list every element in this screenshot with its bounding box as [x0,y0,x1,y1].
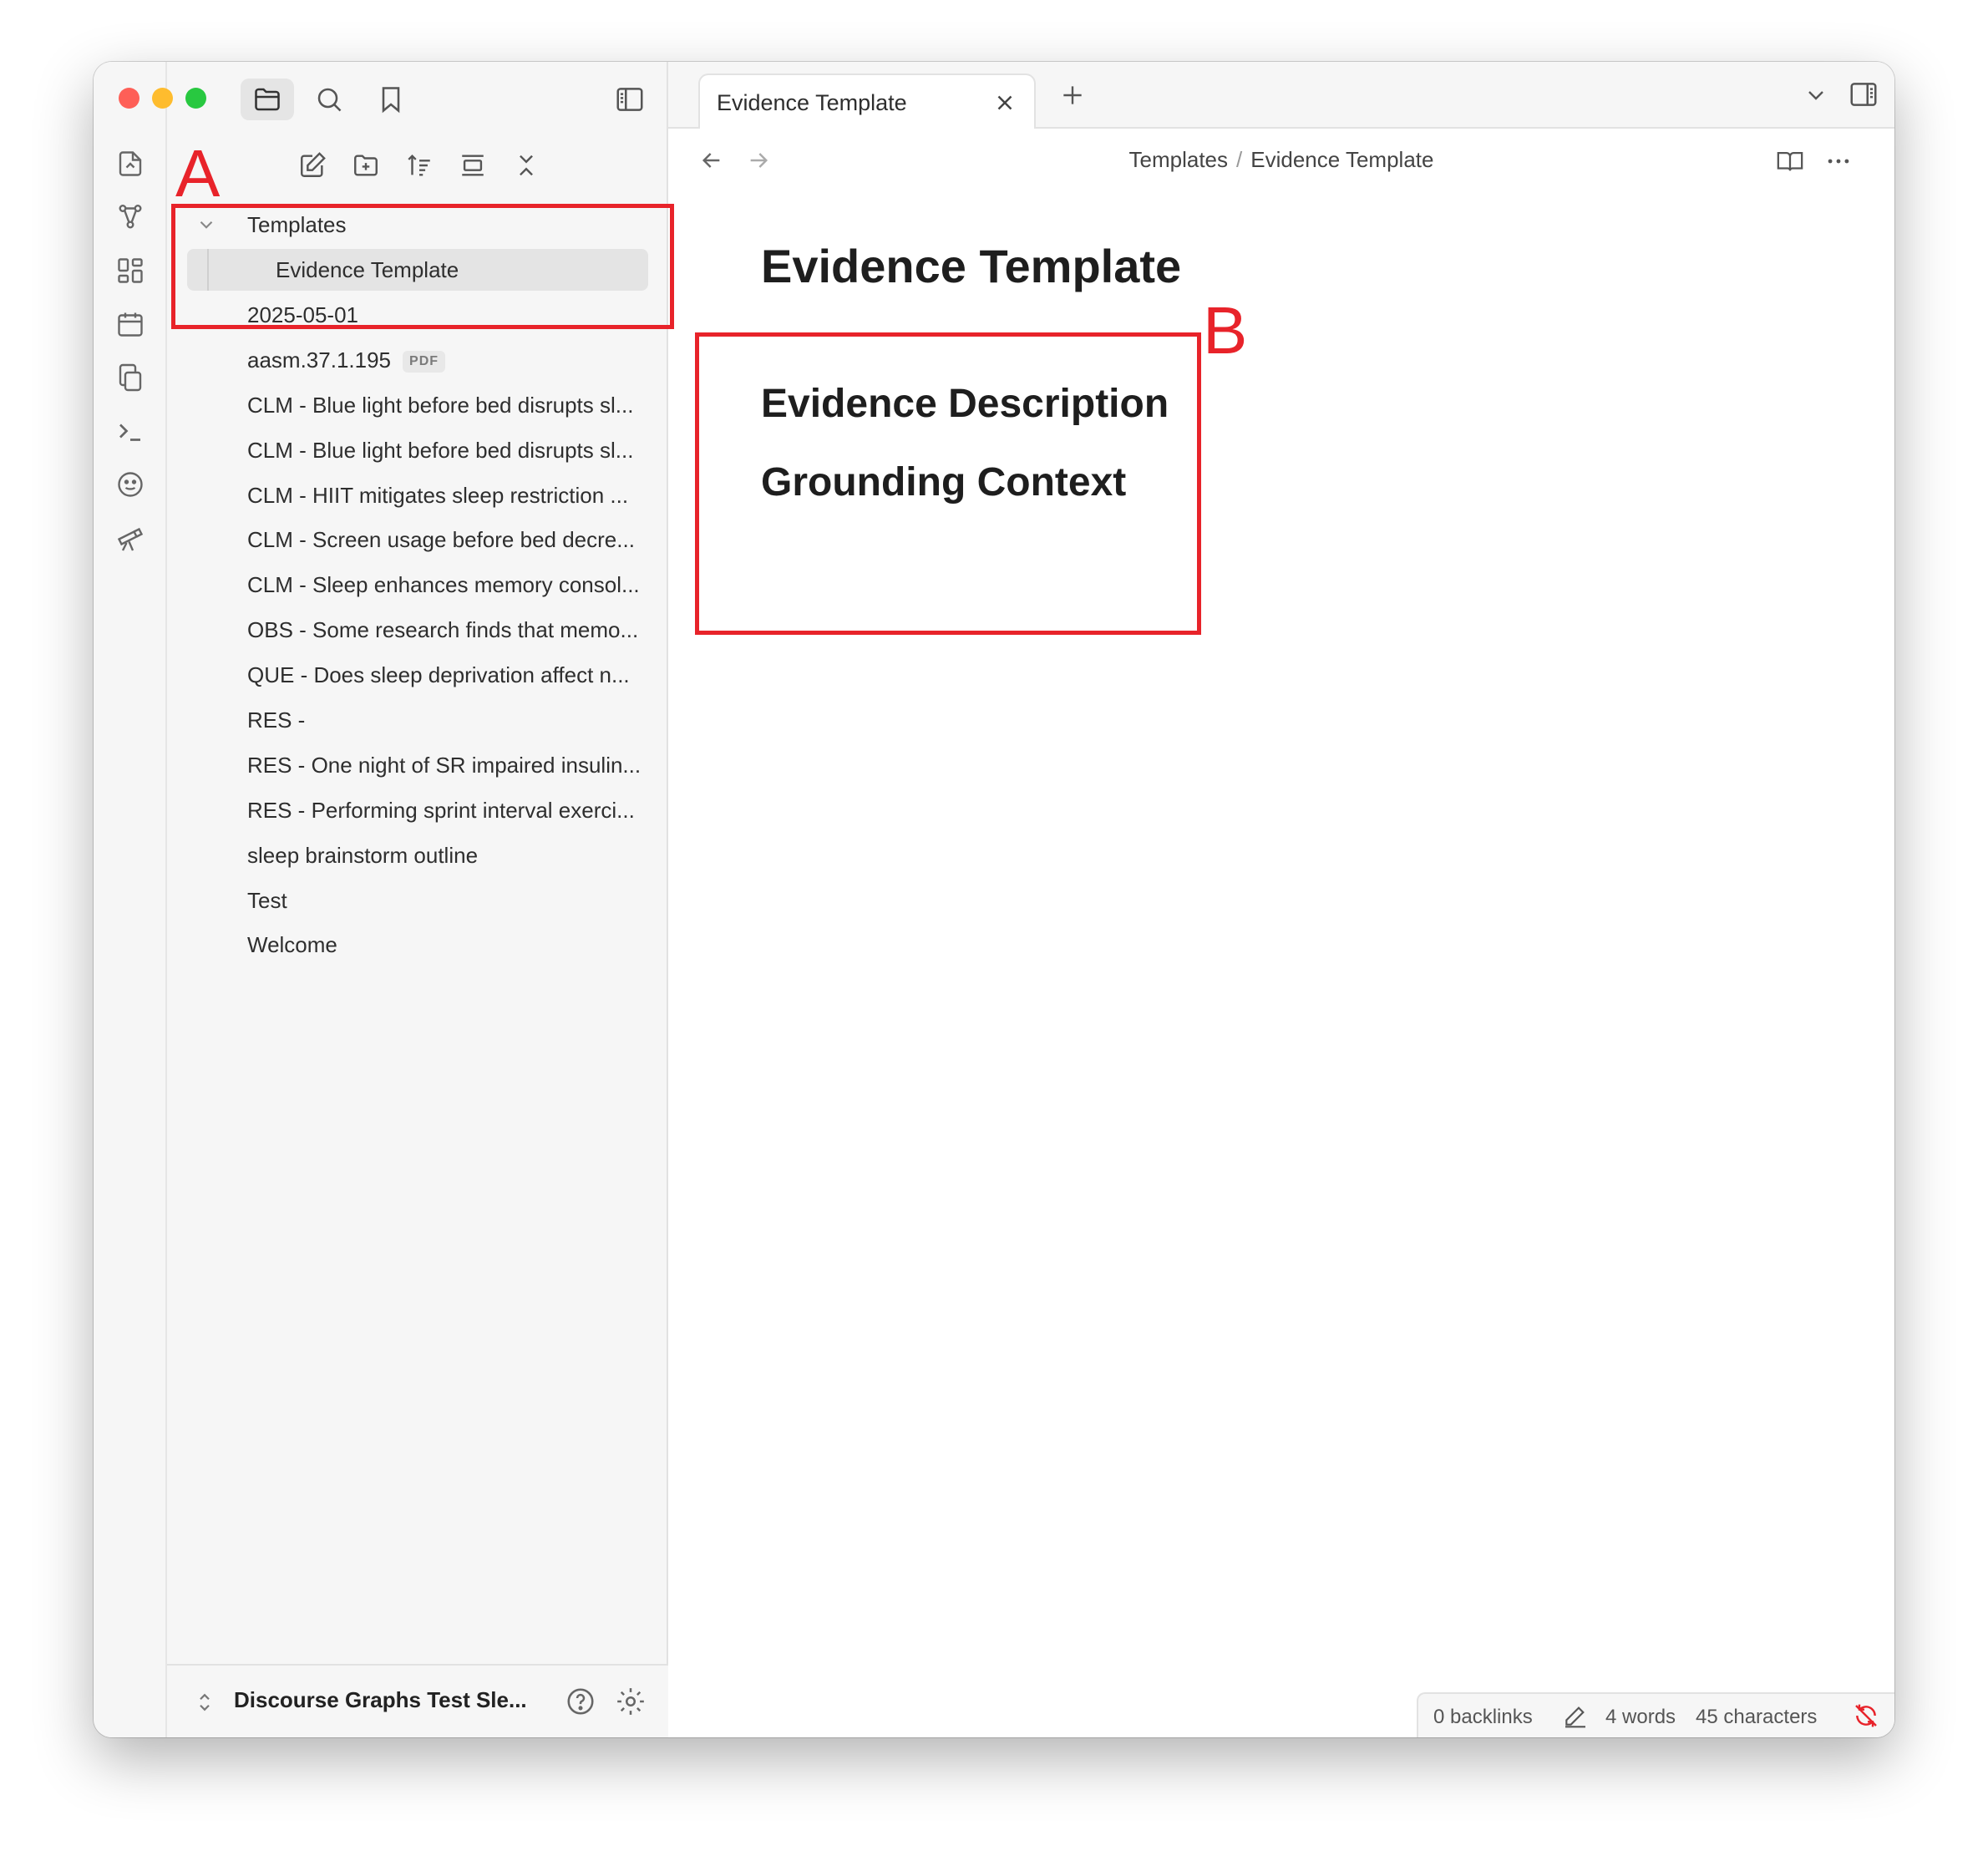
pdf-badge: PDF [403,351,446,373]
vault-switcher: Discourse Graphs Test Sle... [167,1664,668,1737]
templates-icon[interactable] [115,363,145,393]
bookmark-icon[interactable] [364,79,418,120]
tree-item[interactable]: RES - One night of SR impaired insulin..… [167,744,668,786]
new-folder-icon[interactable] [347,147,384,184]
settings-gear-icon[interactable] [615,1686,647,1717]
breadcrumb: Templates / Evidence Template [668,147,1894,173]
tree-item[interactable]: CLM - Screen usage before bed decre... [167,519,668,560]
switcher-icon[interactable] [115,149,145,179]
vault-name[interactable]: Discourse Graphs Test Sle... [234,1687,527,1713]
tree-item-label: RES - Performing sprint interval exerci.… [247,798,635,823]
tree-item[interactable]: CLM - Blue light before bed disrupts sl.… [167,384,668,426]
backlinks-count[interactable]: 0 backlinks [1433,1706,1533,1729]
new-note-icon[interactable] [294,147,331,184]
search-icon[interactable] [302,79,356,120]
annotation-box-b [695,332,1201,635]
tree-item-label: Test [247,888,287,913]
close-tab-icon[interactable] [992,90,1017,115]
word-count: 4 words [1605,1706,1676,1728]
view-header: Templates / Evidence Template [668,129,1894,195]
tree-item-label: CLM - Screen usage before bed decre... [247,527,635,552]
tab-evidence-template[interactable]: Evidence Template [698,74,1036,130]
face-icon[interactable] [115,469,145,499]
tree-item-label: CLM - Sleep enhances memory consol... [247,572,640,597]
tab-bar: Evidence Template [668,62,1894,130]
tree-item[interactable]: CLM - Blue light before bed disrupts sl.… [167,429,668,471]
tree-item-label: CLM - HIIT mitigates sleep restriction .… [247,483,629,508]
tree-item[interactable]: QUE - Does sleep deprivation affect n... [167,654,668,696]
tree-item-label: RES - One night of SR impaired insulin..… [247,753,642,778]
minimize-window-button[interactable] [152,88,173,109]
breadcrumb-folder[interactable]: Templates [1129,147,1229,172]
close-icon[interactable] [508,147,545,184]
tree-item[interactable]: sleep brainstorm outline [167,834,668,876]
telescope-icon[interactable] [115,523,145,553]
tree-item[interactable]: RES - [167,699,668,741]
toggle-left-sidebar-icon[interactable] [603,79,657,120]
more-options-icon[interactable] [1824,147,1853,175]
new-tab-icon[interactable] [1059,82,1086,109]
status-bar: 0 backlinks 4 words 45 characters [1417,1692,1894,1737]
collapse-icon[interactable] [454,147,491,184]
tab-title: Evidence Template [717,90,907,115]
tree-item-label: sleep brainstorm outline [247,843,479,868]
edit-pencil-icon[interactable] [1562,1702,1589,1729]
tree-item-label: RES - [247,707,306,733]
command-palette-icon[interactable] [115,416,145,446]
canvas-icon[interactable] [115,256,145,286]
toggle-right-sidebar-icon[interactable] [1848,79,1879,110]
annotation-label-b: B [1203,293,1248,368]
daily-note-icon[interactable] [115,309,145,339]
reading-view-book-icon[interactable] [1776,147,1804,175]
folder-icon[interactable] [241,79,294,120]
annotation-box-a [171,204,674,329]
tree-item-label: aasm.37.1.195 [247,347,392,373]
note-title[interactable]: Evidence Template [761,239,1181,293]
tree-item-label: CLM - Blue light before bed disrupts sl.… [247,393,634,418]
ribbon [94,62,167,1737]
tree-item-label: QUE - Does sleep deprivation affect n... [247,662,630,687]
tree-item-label: OBS - Some research finds that memo... [247,617,639,642]
tree-item[interactable]: Test [167,880,668,921]
tree-item[interactable]: RES - Performing sprint interval exerci.… [167,789,668,831]
breadcrumb-separator: / [1236,147,1243,172]
tree-item[interactable]: Welcome [167,924,668,966]
tree-item[interactable]: CLM - HIIT mitigates sleep restriction .… [167,474,668,516]
sync-off-icon[interactable] [1853,1702,1879,1729]
tab-list-chevron-icon[interactable] [1803,82,1829,109]
chevron-updown-icon[interactable] [192,1689,217,1716]
help-icon[interactable] [565,1686,596,1717]
tree-item[interactable]: OBS - Some research finds that memo... [167,609,668,651]
zoom-window-button[interactable] [185,88,206,109]
tree-item[interactable]: aasm.37.1.195 PDF [167,339,668,381]
tree-item-label: Welcome [247,932,337,957]
close-window-button[interactable] [119,88,139,109]
annotation-label-a: A [175,136,221,210]
graph-icon[interactable] [115,202,145,232]
tree-item[interactable]: CLM - Sleep enhances memory consol... [167,564,668,606]
tree-item-label: CLM - Blue light before bed disrupts sl.… [247,438,634,463]
character-count: 45 characters [1696,1706,1818,1728]
breadcrumb-note[interactable]: Evidence Template [1250,147,1433,172]
sort-icon[interactable] [401,147,438,184]
